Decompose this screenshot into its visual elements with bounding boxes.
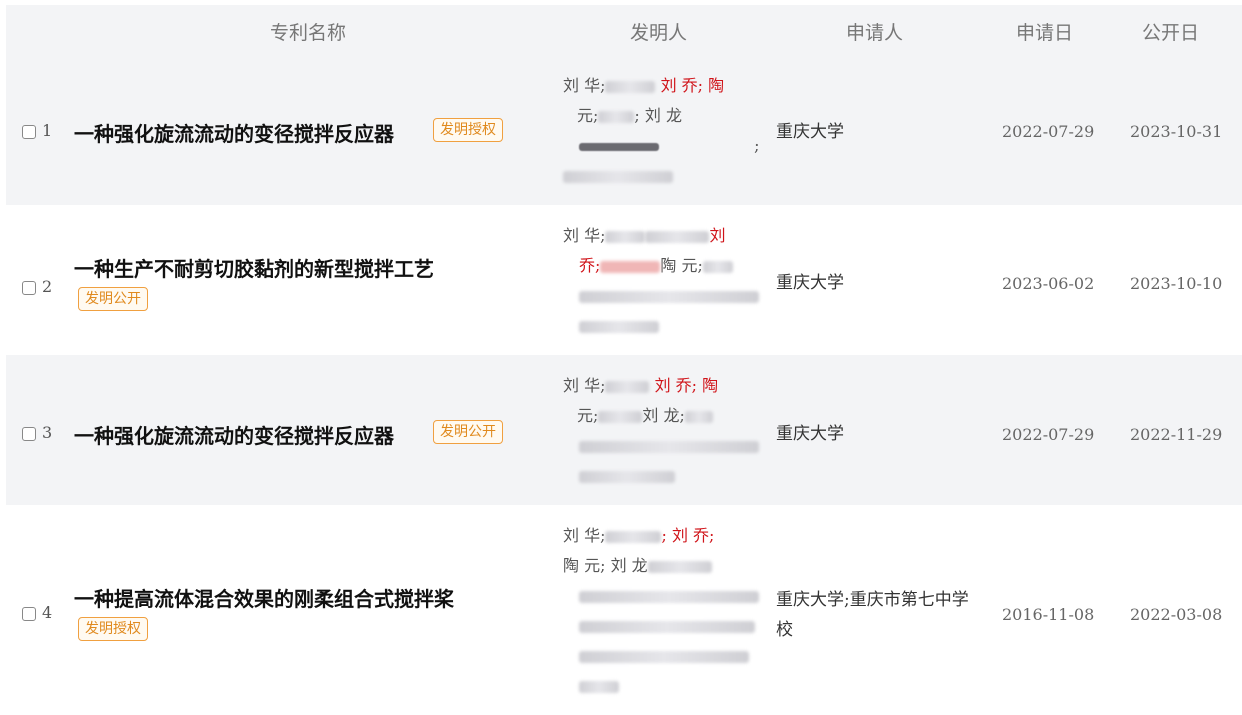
status-badge: 发明授权 [78, 617, 148, 641]
row-checkbox[interactable] [22, 427, 36, 441]
apply-date: 2022-07-29 [1002, 425, 1095, 444]
table-row[interactable]: 2 一种生产不耐剪切胶黏剂的新型搅拌工艺 发明公开 刘 华; 刘 乔; 陶 元; 重… [6, 205, 1242, 355]
table-row[interactable]: 3 一种强化旋流流动的变径搅拌反应器 发明公开 刘 华; 刘 乔; 陶 元; 刘 … [6, 355, 1242, 505]
patent-title-link[interactable]: 一种生产不耐剪切胶黏剂的新型搅拌工艺 [74, 253, 434, 282]
apply-date: 2023-06-02 [1002, 274, 1095, 293]
pub-date: 2023-10-31 [1130, 122, 1223, 141]
header-apply-date[interactable]: 申请日 [1016, 18, 1073, 45]
table-row[interactable]: 1 一种强化旋流流动的变径搅拌反应器 发明授权 刘 华; 刘 乔; 陶 元;; … [6, 55, 1242, 205]
row-index: 3 [42, 423, 53, 442]
pub-date: 2022-03-08 [1130, 605, 1223, 624]
row-index: 1 [42, 121, 53, 140]
inventor-list: 刘 华; 刘 乔; 陶 元;; 刘 龙 ; [563, 71, 763, 191]
inventor-list: 刘 华; 刘 乔; 陶 元; 刘 龙; [563, 371, 763, 491]
patent-title-link[interactable]: 一种强化旋流流动的变径搅拌反应器 [74, 118, 394, 147]
pub-date: 2022-11-29 [1130, 425, 1223, 444]
applicant: 重庆大学 [776, 122, 844, 142]
inventor-list: 刘 华;; 刘 乔; 陶 元; 刘 龙 [563, 521, 763, 701]
header-inventor[interactable]: 发明人 [630, 18, 687, 45]
patent-title-link[interactable]: 一种强化旋流流动的变径搅拌反应器 [74, 420, 394, 449]
row-checkbox[interactable] [22, 607, 36, 621]
patent-title-link[interactable]: 一种提高流体混合效果的刚柔组合式搅拌桨 [74, 583, 454, 612]
row-checkbox[interactable] [22, 281, 36, 295]
status-badge: 发明公开 [78, 287, 148, 311]
applicant: 重庆大学 [776, 273, 844, 293]
header-pub-date[interactable]: 公开日 [1142, 18, 1199, 45]
row-checkbox[interactable] [22, 125, 36, 139]
header-patent-name[interactable]: 专利名称 [270, 18, 346, 45]
applicant: 重庆大学;重庆市第七中学校 [776, 590, 969, 640]
table-header: 专利名称 发明人 申请人 申请日 公开日 [6, 5, 1242, 55]
applicant: 重庆大学 [776, 424, 844, 444]
row-index: 4 [42, 603, 53, 622]
inventor-list: 刘 华; 刘 乔; 陶 元; [563, 221, 763, 341]
pub-date: 2023-10-10 [1130, 274, 1223, 293]
row-index: 2 [42, 277, 53, 296]
apply-date: 2022-07-29 [1002, 122, 1095, 141]
status-badge: 发明公开 [433, 420, 503, 444]
status-badge: 发明授权 [433, 118, 503, 142]
header-applicant[interactable]: 申请人 [846, 18, 903, 45]
table-row[interactable]: 4 一种提高流体混合效果的刚柔组合式搅拌桨 发明授权 刘 华;; 刘 乔; 陶 … [6, 505, 1242, 715]
apply-date: 2016-11-08 [1002, 605, 1095, 624]
